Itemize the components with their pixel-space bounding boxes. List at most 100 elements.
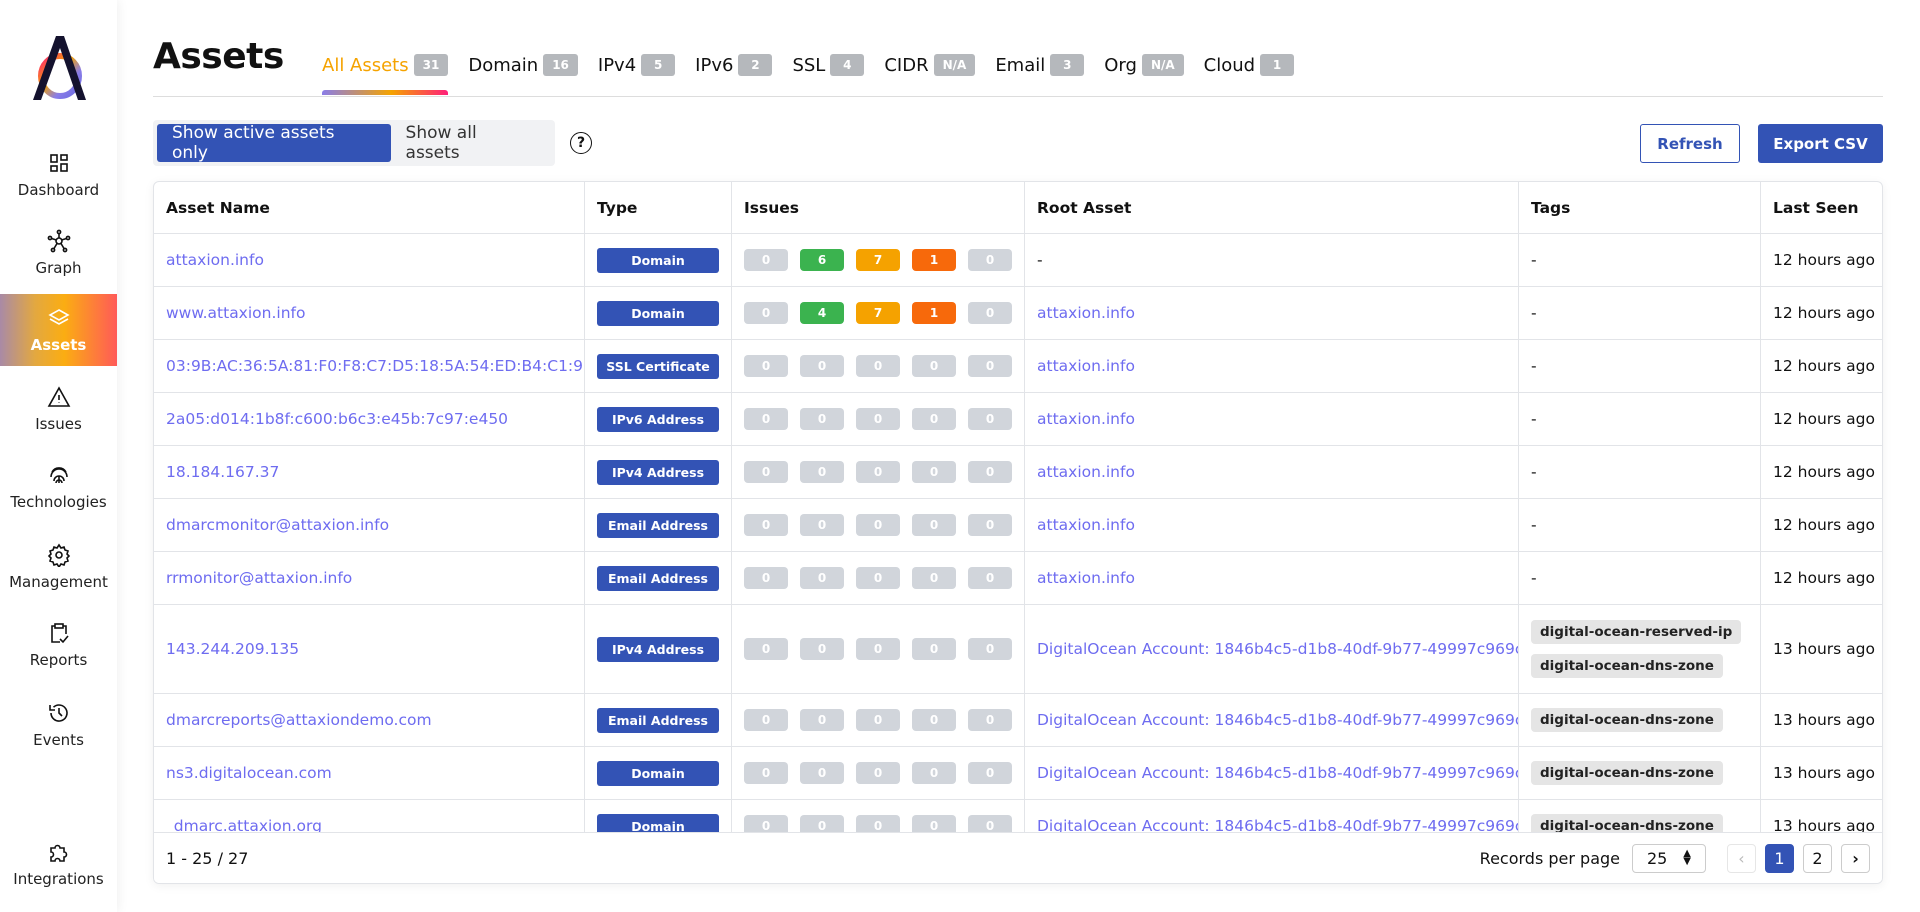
issue-count-pill[interactable]: 7	[856, 302, 900, 324]
asset-name-link[interactable]: dmarcreports@attaxiondemo.com	[166, 711, 432, 729]
asset-name-link[interactable]: 2a05:d014:1b8f:c600:b6c3:e45b:7c97:e450	[166, 410, 508, 428]
issue-count-pill[interactable]: 0	[800, 567, 844, 589]
issue-count-pill[interactable]: 0	[744, 762, 788, 784]
issue-count-pill[interactable]: 0	[968, 709, 1012, 731]
issue-count-pill[interactable]: 0	[968, 638, 1012, 660]
issue-count-pill[interactable]: 6	[800, 249, 844, 271]
issue-count-pill[interactable]: 7	[856, 249, 900, 271]
issue-count-pill[interactable]: 0	[912, 567, 956, 589]
sidebar-item-integrations[interactable]: Integrations	[0, 828, 117, 900]
issue-count-pill[interactable]: 0	[856, 762, 900, 784]
root-asset-link[interactable]: DigitalOcean Account: 1846b4c5-d1b8-40df…	[1037, 817, 1518, 833]
tab-email[interactable]: Email 3	[995, 52, 1085, 78]
issue-count-pill[interactable]: 0	[744, 249, 788, 271]
column-header[interactable]: Issues	[732, 182, 1025, 234]
prev-page-button[interactable]: ‹	[1727, 843, 1756, 873]
issue-count-pill[interactable]: 0	[912, 815, 956, 833]
asset-name-link[interactable]: rrmonitor@attaxion.info	[166, 569, 352, 587]
export-csv-button[interactable]: Export CSV	[1758, 124, 1883, 163]
asset-name-link[interactable]: attaxion.info	[166, 251, 264, 269]
root-asset-link[interactable]: attaxion.info	[1037, 569, 1135, 587]
issue-count-pill[interactable]: 0	[744, 302, 788, 324]
sidebar-item-assets[interactable]: Assets	[0, 294, 117, 366]
column-header[interactable]: Tags	[1519, 182, 1761, 234]
asset-name-link[interactable]: ns3.digitalocean.com	[166, 764, 332, 782]
issue-count-pill[interactable]: 0	[968, 408, 1012, 430]
table-row[interactable]: 18.184.167.37 IPv4 Address 00000 attaxio…	[154, 446, 1882, 499]
asset-name-link[interactable]: 18.184.167.37	[166, 463, 279, 481]
issue-count-pill[interactable]: 0	[856, 408, 900, 430]
issue-count-pill[interactable]: 0	[912, 408, 956, 430]
tab-all-assets[interactable]: All Assets 31	[322, 52, 449, 95]
issue-count-pill[interactable]: 0	[856, 355, 900, 377]
table-row[interactable]: _dmarc.attaxion.org Domain 00000 Digital…	[154, 800, 1882, 833]
page-2-button[interactable]: 2	[1803, 843, 1832, 873]
table-row[interactable]: 2a05:d014:1b8f:c600:b6c3:e45b:7c97:e450 …	[154, 393, 1882, 446]
issue-count-pill[interactable]: 0	[968, 815, 1012, 833]
issue-count-pill[interactable]: 0	[856, 709, 900, 731]
issue-count-pill[interactable]: 0	[968, 249, 1012, 271]
issue-count-pill[interactable]: 0	[912, 461, 956, 483]
issue-count-pill[interactable]: 0	[912, 514, 956, 536]
issue-count-pill[interactable]: 0	[744, 815, 788, 833]
tab-ssl[interactable]: SSL 4	[792, 52, 865, 78]
column-header[interactable]: Type	[585, 182, 732, 234]
issue-count-pill[interactable]: 0	[912, 355, 956, 377]
issue-count-pill[interactable]: 0	[800, 638, 844, 660]
issue-count-pill[interactable]: 0	[744, 709, 788, 731]
table-row[interactable]: dmarcmonitor@attaxion.info Email Address…	[154, 499, 1882, 552]
help-icon[interactable]: ?	[570, 132, 592, 154]
issue-count-pill[interactable]: 0	[744, 408, 788, 430]
root-asset-link[interactable]: DigitalOcean Account: 1846b4c5-d1b8-40df…	[1037, 711, 1518, 729]
root-asset-link[interactable]: attaxion.info	[1037, 357, 1135, 375]
issue-count-pill[interactable]: 4	[800, 302, 844, 324]
issue-count-pill[interactable]: 0	[856, 514, 900, 536]
issue-count-pill[interactable]: 1	[912, 249, 956, 271]
issue-count-pill[interactable]: 0	[800, 355, 844, 377]
asset-name-link[interactable]: 03:9B:AC:36:5A:81:F0:F8:C7:D5:18:5A:54:E…	[166, 357, 584, 375]
column-header[interactable]: Root Asset	[1025, 182, 1519, 234]
tab-cidr[interactable]: CIDR N/A	[884, 52, 976, 78]
sidebar-item-dashboard[interactable]: Dashboard	[0, 139, 117, 211]
table-row[interactable]: attaxion.info Domain 06710 - - 12 hours …	[154, 234, 1882, 287]
tab-org[interactable]: Org N/A	[1104, 52, 1184, 78]
issue-count-pill[interactable]: 0	[968, 355, 1012, 377]
issue-count-pill[interactable]: 0	[800, 408, 844, 430]
column-header[interactable]: Last Seen	[1761, 182, 1882, 234]
table-row[interactable]: rrmonitor@attaxion.info Email Address 00…	[154, 552, 1882, 605]
sidebar-item-events[interactable]: Events	[0, 689, 117, 761]
asset-name-link[interactable]: dmarcmonitor@attaxion.info	[166, 516, 389, 534]
show-active-assets-button[interactable]: Show active assets only	[157, 123, 391, 163]
issue-count-pill[interactable]: 0	[968, 302, 1012, 324]
issue-count-pill[interactable]: 0	[968, 514, 1012, 536]
tab-cloud[interactable]: Cloud 1	[1204, 52, 1295, 78]
refresh-button[interactable]: Refresh	[1640, 124, 1740, 163]
issue-count-pill[interactable]: 0	[912, 762, 956, 784]
tab-domain[interactable]: Domain 16	[468, 52, 578, 78]
issue-count-pill[interactable]: 0	[800, 815, 844, 833]
root-asset-link[interactable]: DigitalOcean Account: 1846b4c5-d1b8-40df…	[1037, 640, 1518, 658]
issue-count-pill[interactable]: 1	[912, 302, 956, 324]
show-all-assets-button[interactable]: Show all assets	[391, 123, 551, 163]
sidebar-item-technologies[interactable]: Technologies	[0, 451, 117, 523]
sidebar-item-graph[interactable]: Graph	[0, 217, 117, 289]
root-asset-link[interactable]: DigitalOcean Account: 1846b4c5-d1b8-40df…	[1037, 764, 1518, 782]
issue-count-pill[interactable]: 0	[800, 514, 844, 536]
asset-name-link[interactable]: _dmarc.attaxion.org	[166, 817, 322, 833]
table-body[interactable]: attaxion.info Domain 06710 - - 12 hours …	[154, 234, 1882, 833]
issue-count-pill[interactable]: 0	[856, 638, 900, 660]
records-per-page-select[interactable]: 25 ▲ ▼	[1632, 843, 1706, 873]
issue-count-pill[interactable]: 0	[744, 461, 788, 483]
issue-count-pill[interactable]: 0	[800, 461, 844, 483]
root-asset-link[interactable]: attaxion.info	[1037, 304, 1135, 322]
issue-count-pill[interactable]: 0	[968, 567, 1012, 589]
issue-count-pill[interactable]: 0	[856, 567, 900, 589]
table-row[interactable]: ns3.digitalocean.com Domain 00000 Digita…	[154, 747, 1882, 800]
page-1-button[interactable]: 1	[1765, 843, 1794, 873]
issue-count-pill[interactable]: 0	[800, 709, 844, 731]
root-asset-link[interactable]: attaxion.info	[1037, 516, 1135, 534]
next-page-button[interactable]: ›	[1841, 843, 1870, 873]
table-row[interactable]: 03:9B:AC:36:5A:81:F0:F8:C7:D5:18:5A:54:E…	[154, 340, 1882, 393]
tab-ipv6[interactable]: IPv6 2	[695, 52, 773, 78]
attaxion-logo[interactable]	[28, 34, 90, 100]
